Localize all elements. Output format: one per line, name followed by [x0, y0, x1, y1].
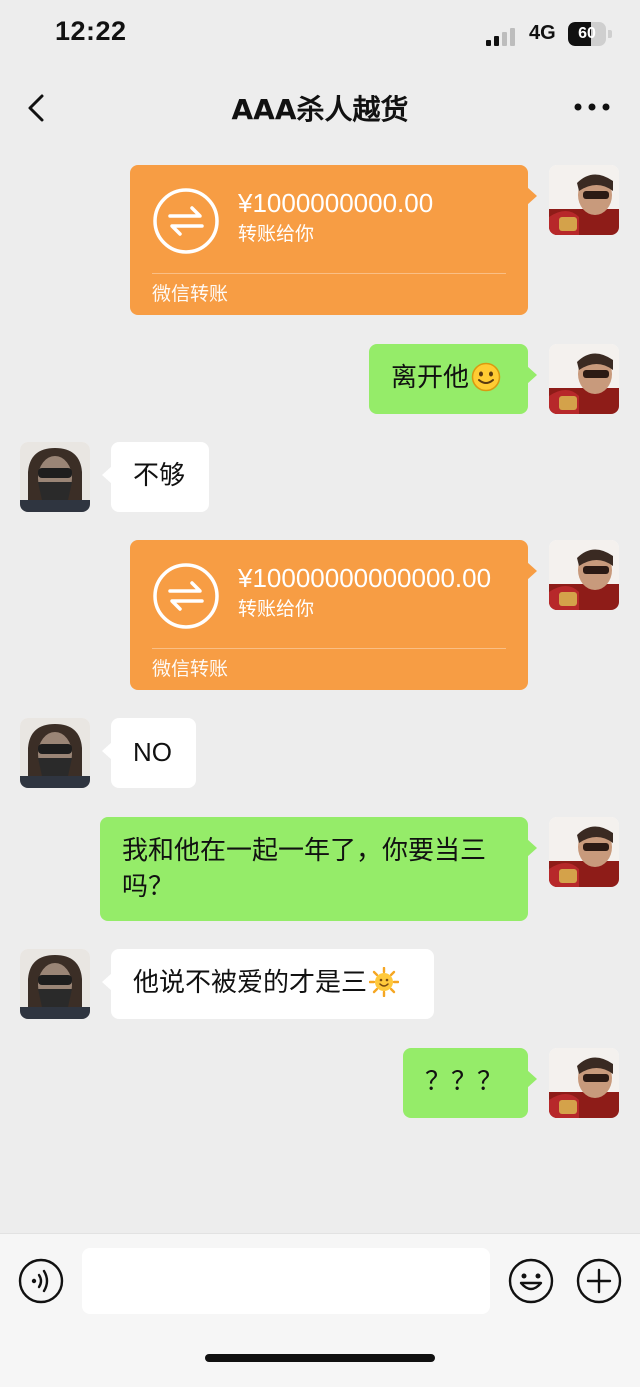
message-text: 他说不被爱的才是三 [133, 968, 368, 998]
network-type: 4G [529, 22, 556, 44]
plus-icon [576, 1258, 622, 1304]
transfer-amount: ¥10000000000000.00 [238, 563, 492, 593]
message-bubble-me[interactable]: 我和他在一起一年了，你要当三 吗？ [100, 817, 537, 921]
message-text-line1: 我和他在一起一年了，你要当三 [122, 836, 487, 866]
avatar-me-image [549, 540, 619, 610]
smiling-face-icon [471, 362, 501, 392]
message-text: NO [133, 737, 172, 767]
transfer-icon [153, 563, 219, 629]
transfer-footer: 微信转账 [152, 283, 229, 305]
message-bubble-other[interactable]: 他说不被爱的才是三 [102, 949, 434, 1019]
battery-level: 60 [578, 25, 596, 42]
avatar-me[interactable] [549, 540, 619, 610]
message-text-line2: 吗？ [122, 872, 175, 902]
transfer-card[interactable]: ¥10000000000000.00 转账给你 微信转账 [130, 540, 537, 690]
avatar-other-image [20, 949, 90, 1019]
home-indicator [205, 1354, 435, 1362]
message-text: 离开他 [391, 363, 470, 393]
message-text: ？？？ [425, 1067, 504, 1097]
avatar-other[interactable] [20, 718, 90, 788]
battery-icon: 60 [568, 22, 612, 46]
avatar-other-image [20, 442, 90, 512]
avatar-me-image [549, 344, 619, 414]
emoji-button[interactable] [508, 1258, 554, 1304]
transfer-card[interactable]: ¥1000000000.00 转账给你 微信转账 [130, 165, 537, 315]
avatar-me-image [549, 1048, 619, 1118]
divider [152, 648, 506, 649]
avatar-other[interactable] [20, 442, 90, 512]
transfer-note: 转账给你 [238, 598, 315, 620]
status-bar: 12:22 4G 60 [0, 0, 640, 70]
message-bubble-other[interactable]: NO [102, 718, 196, 788]
transfer-note: 转账给你 [238, 223, 315, 245]
transfer-amount: ¥1000000000.00 [238, 188, 434, 218]
message-bubble-other[interactable]: 不够 [102, 442, 209, 512]
more-button[interactable] [572, 100, 612, 114]
avatar-me[interactable] [549, 1048, 619, 1118]
message-input[interactable] [82, 1248, 490, 1314]
message-bubble-me[interactable]: 离开他 [369, 344, 537, 414]
chat-header: AAA杀人越货 [0, 70, 640, 144]
chat-title: AAA杀人越货 [231, 93, 409, 126]
message-bubble-me[interactable]: ？？？ [403, 1048, 537, 1118]
avatar-me[interactable] [549, 344, 619, 414]
avatar-me[interactable] [549, 817, 619, 887]
plus-button[interactable] [576, 1258, 622, 1304]
more-dots-icon [574, 103, 610, 111]
voice-button[interactable] [18, 1258, 64, 1304]
avatar-me-image [549, 165, 619, 235]
emoji-icon [508, 1258, 554, 1304]
input-bar [0, 1233, 640, 1387]
avatar-other[interactable] [20, 949, 90, 1019]
sun-face-icon [369, 967, 400, 997]
avatar-me-image [549, 817, 619, 887]
message-text: 不够 [133, 461, 186, 491]
transfer-footer: 微信转账 [152, 658, 229, 680]
divider [152, 273, 506, 274]
voice-icon [18, 1258, 64, 1304]
avatar-other-image [20, 718, 90, 788]
avatar-me[interactable] [549, 165, 619, 235]
transfer-icon [153, 188, 219, 254]
status-time: 12:22 [55, 16, 127, 46]
signal-icon [486, 28, 515, 46]
